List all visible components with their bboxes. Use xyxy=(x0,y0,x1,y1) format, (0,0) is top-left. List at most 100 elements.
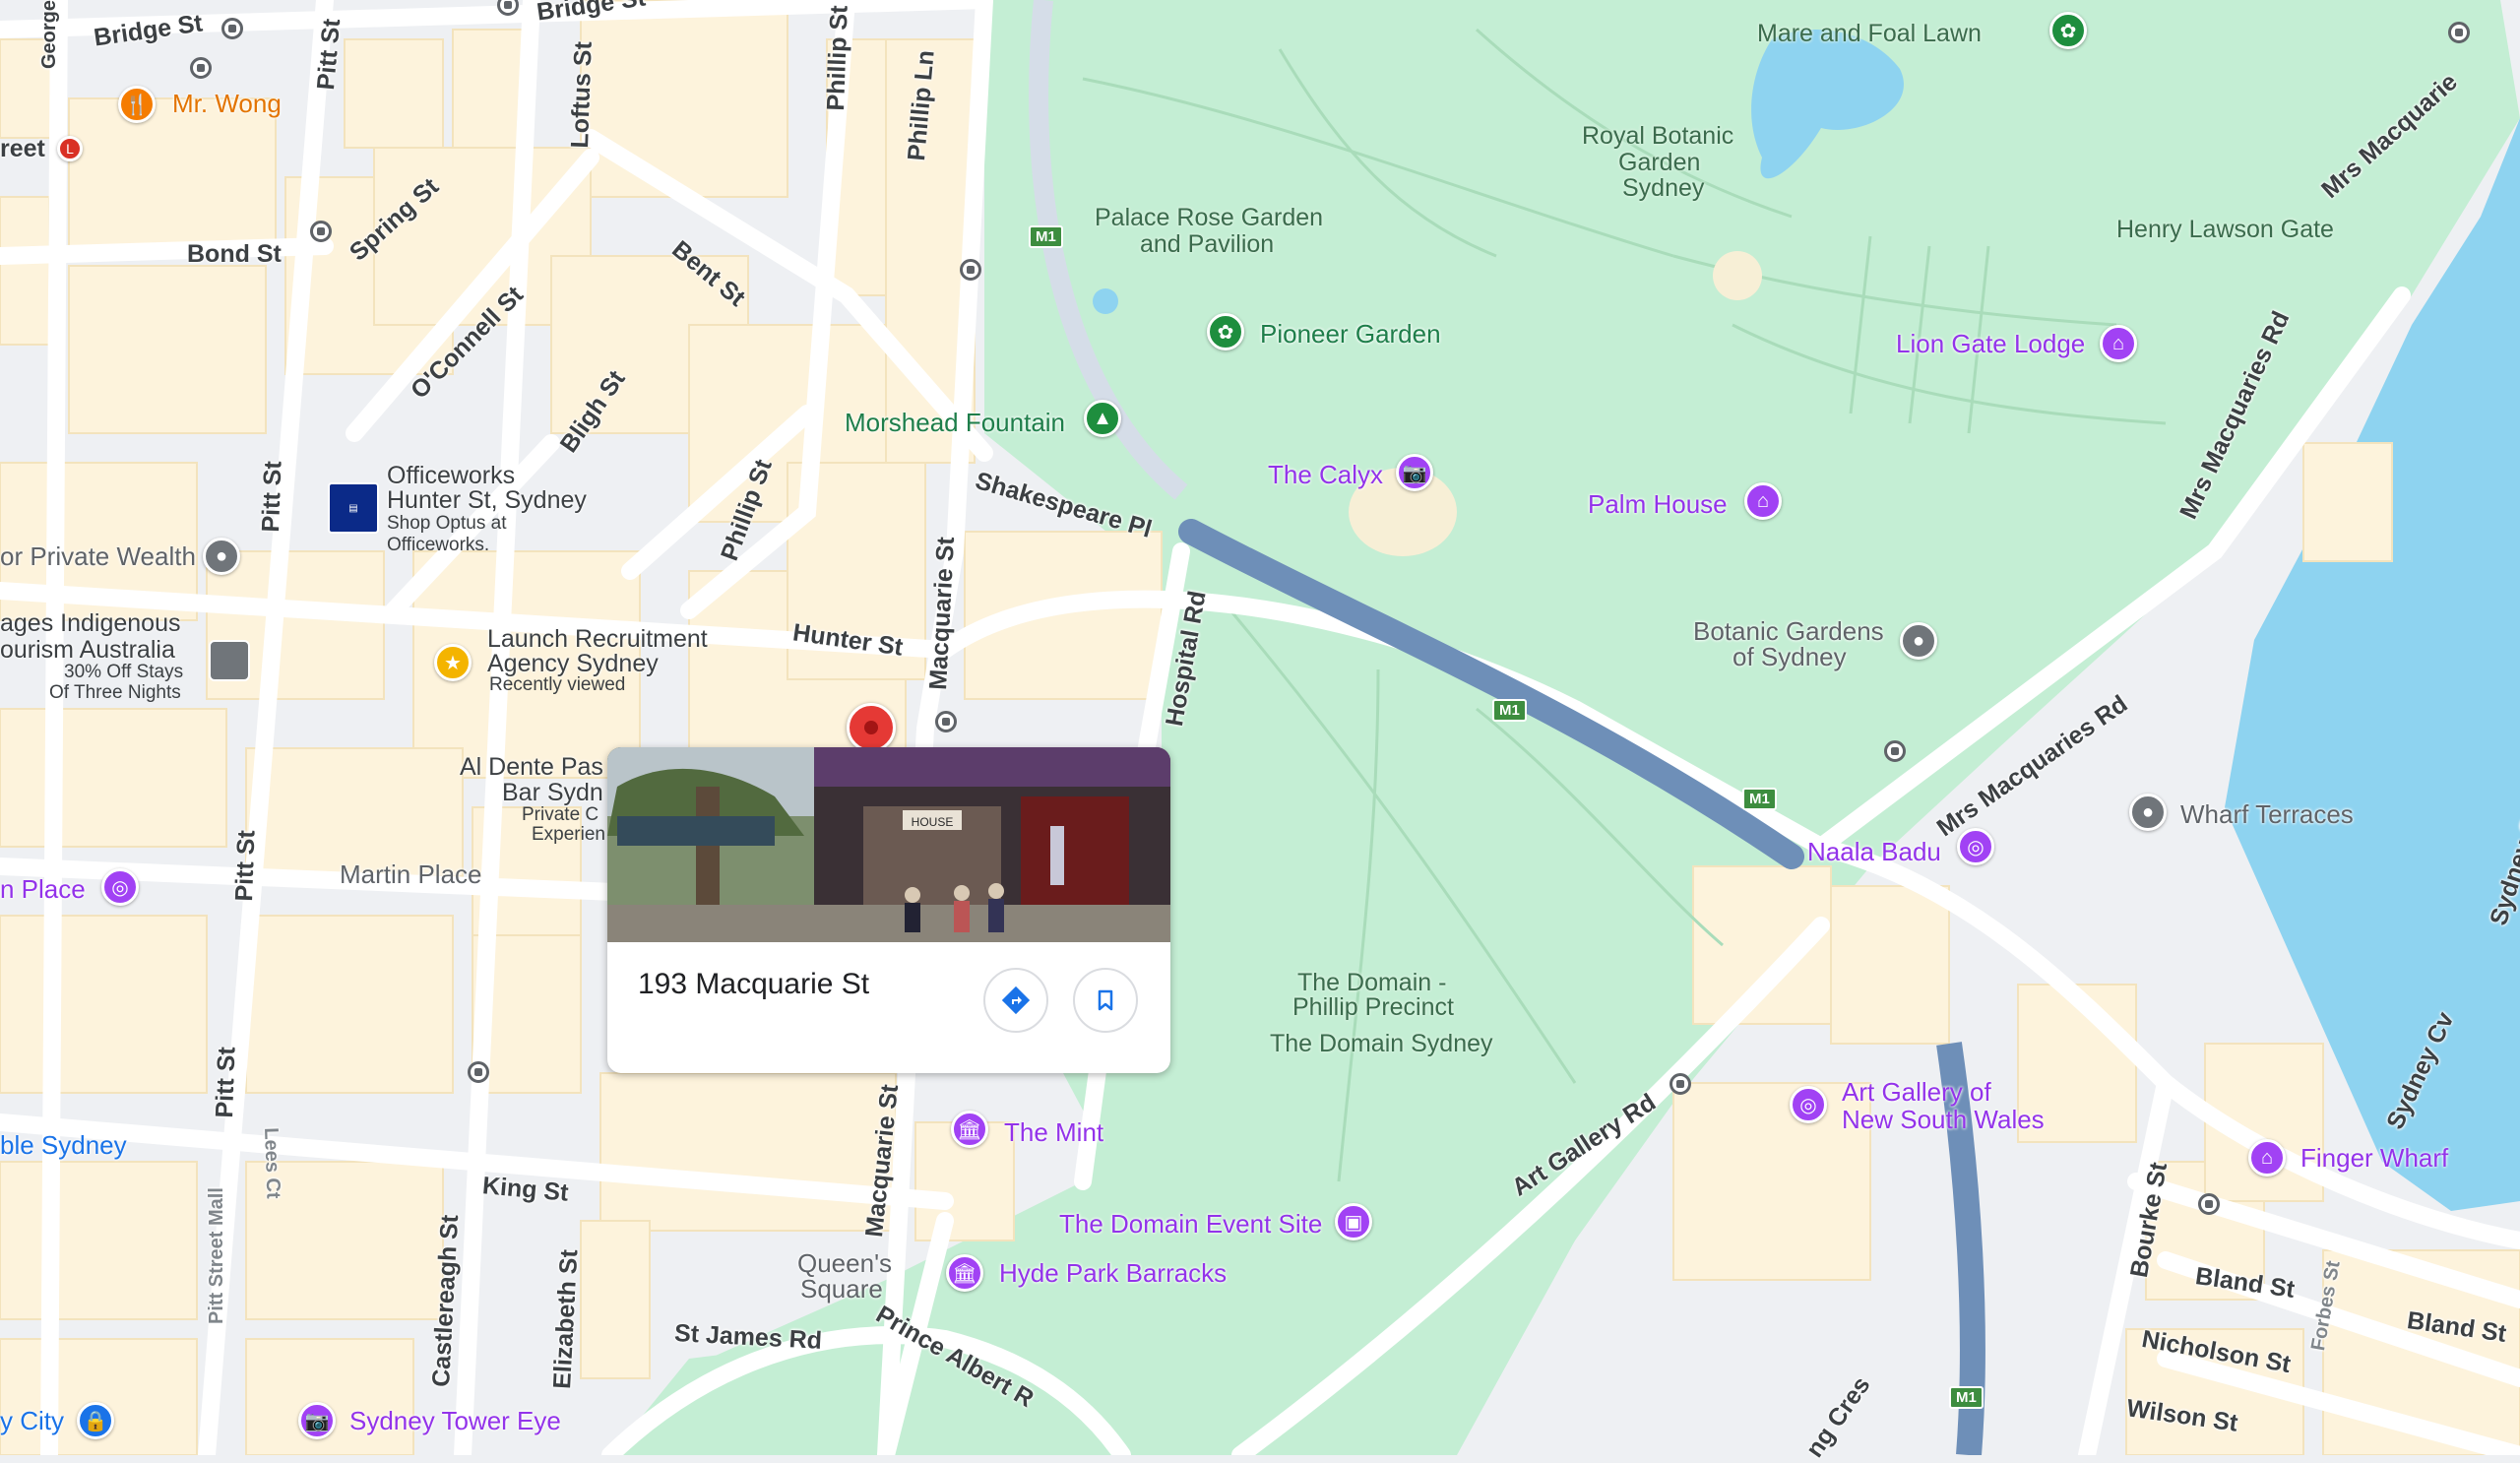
park-label-rbg-1: Royal Botanic xyxy=(1582,122,1734,150)
attraction-icon[interactable]: 📷 xyxy=(298,1402,336,1439)
photo-sign-text: HOUSE xyxy=(912,815,954,829)
route-shield-m1: M1 xyxy=(1029,225,1063,248)
poi-ble-sydney[interactable]: ble Sydney xyxy=(0,1131,127,1159)
street-label-lees-ct: Lees Ct xyxy=(260,1126,284,1199)
selected-location-pin[interactable] xyxy=(847,703,896,752)
route-shield-m1: M1 xyxy=(1492,699,1527,722)
street-label-bond-st: Bond St xyxy=(187,240,282,268)
poi-palm-house[interactable]: Palm House xyxy=(1588,490,1728,518)
park-label-palace-rose-1: Palace Rose Garden xyxy=(1095,204,1324,231)
bus-stop-icon[interactable] xyxy=(190,57,212,79)
poi-n-place[interactable]: n Place xyxy=(0,875,86,903)
street-label-pitt-street-mall: Pitt Street Mall xyxy=(206,1187,227,1324)
bus-stop-icon[interactable] xyxy=(935,711,957,732)
poi-domain-event-site[interactable]: The Domain Event Site xyxy=(1059,1210,1322,1238)
street-label-pitt-st-1: Pitt St xyxy=(312,17,346,92)
poi-indigenous-2: ourism Australia xyxy=(0,636,175,664)
park-label-mare-foal-lawn: Mare and Foal Lawn xyxy=(1757,20,1982,47)
place-pin-icon[interactable]: ● xyxy=(1900,622,1937,660)
street-label-phillip-st-1: Phillip St xyxy=(822,5,853,111)
park-label-domain-phillip-2: Phillip Precinct xyxy=(1292,993,1454,1021)
poi-morshead-fountain[interactable]: Morshead Fountain xyxy=(845,409,1065,436)
attraction-icon[interactable]: 📷 xyxy=(1396,454,1433,491)
poi-art-gallery-2: New South Wales xyxy=(1842,1105,2045,1134)
poi-y-city[interactable]: y City xyxy=(0,1407,64,1434)
poi-al-dente-sub2: Experien xyxy=(532,824,605,845)
tree-icon[interactable]: ▲ xyxy=(1084,400,1121,437)
place-pin-icon[interactable]: ● xyxy=(2129,794,2167,831)
bus-stop-icon[interactable] xyxy=(2198,1193,2220,1215)
bus-stop-icon[interactable] xyxy=(1670,1073,1691,1095)
art-palette-icon[interactable]: ◎ xyxy=(1957,828,1994,865)
poi-launch-recruitment-1[interactable]: Launch Recruitment xyxy=(487,626,708,653)
restaurant-icon[interactable]: 🍴 xyxy=(118,86,156,123)
poi-wharf-terraces[interactable]: Wharf Terraces xyxy=(2180,800,2354,828)
bus-stop-icon[interactable] xyxy=(468,1061,489,1083)
landmark-icon[interactable]: ⌂ xyxy=(2248,1139,2286,1177)
museum-icon[interactable]: 🏛 xyxy=(951,1111,988,1148)
route-shield-m1: M1 xyxy=(1742,788,1777,810)
poi-the-calyx[interactable]: The Calyx xyxy=(1268,461,1383,488)
street-label-loftus-st: Loftus St xyxy=(566,40,598,149)
poi-al-dente-1[interactable]: Al Dente Pas xyxy=(460,754,603,781)
poi-launch-recruitment-sub: Recently viewed xyxy=(489,674,626,695)
directions-button[interactable] xyxy=(983,968,1048,1033)
bus-stop-icon[interactable] xyxy=(221,18,243,39)
shopping-icon[interactable]: ◎ xyxy=(101,868,139,906)
street-label-pitt-st-4: Pitt St xyxy=(211,1046,241,1118)
route-shield-m1: M1 xyxy=(1949,1386,1984,1409)
poi-indigenous-1[interactable]: ages Indigenous xyxy=(0,610,180,637)
directions-icon xyxy=(1001,986,1031,1015)
poi-finger-wharf[interactable]: Finger Wharf xyxy=(2300,1144,2448,1172)
poi-naala-badu[interactable]: Naala Badu xyxy=(1807,838,1941,865)
poi-officeworks-sub2: Officeworks. xyxy=(387,535,490,555)
star-icon[interactable]: ★ xyxy=(434,644,472,681)
poi-indigenous-sub2: Of Three Nights xyxy=(49,682,181,703)
bus-stop-icon[interactable] xyxy=(310,221,332,242)
poi-sydney-tower-eye[interactable]: Sydney Tower Eye xyxy=(349,1407,561,1434)
landmark-icon[interactable]: ⌂ xyxy=(2100,325,2137,362)
landmark-icon[interactable]: ⌂ xyxy=(1744,482,1782,520)
street-label-pitt-st-3: Pitt St xyxy=(230,829,261,902)
save-button[interactable] xyxy=(1073,968,1138,1033)
shopping-bag-icon[interactable]: 🔒 xyxy=(77,1402,114,1439)
place-title: 193 Macquarie St xyxy=(638,968,870,1000)
event-venue-icon[interactable]: ▣ xyxy=(1335,1203,1372,1240)
poi-botanic-gardens-2: of Sydney xyxy=(1732,642,1847,671)
hotel-icon[interactable] xyxy=(209,640,250,681)
park-label-domain-phillip-1: The Domain - xyxy=(1297,969,1447,996)
bus-stop-icon[interactable] xyxy=(960,259,981,281)
bus-stop-icon[interactable] xyxy=(1884,740,1906,762)
poi-hyde-park-barracks[interactable]: Hyde Park Barracks xyxy=(999,1259,1227,1287)
garden-icon[interactable]: ✿ xyxy=(2049,12,2087,49)
garden-icon[interactable]: ✿ xyxy=(1207,313,1244,350)
art-palette-icon[interactable]: ◎ xyxy=(1790,1086,1827,1123)
poi-lion-gate-lodge[interactable]: Lion Gate Lodge xyxy=(1896,330,2085,357)
park-label-domain-sydney: The Domain Sydney xyxy=(1270,1030,1493,1057)
poi-officeworks-location: Hunter St, Sydney xyxy=(387,486,587,514)
poi-pioneer-garden[interactable]: Pioneer Garden xyxy=(1260,320,1441,348)
museum-icon[interactable]: 🏛 xyxy=(946,1254,983,1292)
park-label-henry-lawson-gate: Henry Lawson Gate xyxy=(2116,216,2334,243)
place-pin-icon[interactable]: ● xyxy=(203,538,240,575)
poi-queens-square-2: Square xyxy=(800,1274,883,1304)
poi-private-wealth[interactable]: or Private Wealth xyxy=(0,542,196,570)
poi-art-gallery-1[interactable]: Art Gallery of xyxy=(1842,1078,1991,1106)
street-view-photo[interactable]: HOUSE xyxy=(607,747,1170,942)
officeworks-logo[interactable]: ▤ xyxy=(328,482,379,534)
street-label-street-partial: reet xyxy=(0,135,45,162)
train-station-icon[interactable]: L xyxy=(57,136,83,161)
poi-the-mint[interactable]: The Mint xyxy=(1004,1118,1103,1146)
street-label-pitt-st-2: Pitt St xyxy=(257,460,287,533)
pin-center-dot xyxy=(864,721,878,734)
poi-officeworks-name[interactable]: Officeworks xyxy=(387,463,515,489)
poi-mr-wong[interactable]: Mr. Wong xyxy=(172,90,282,117)
bus-stop-icon[interactable] xyxy=(2448,22,2470,43)
bookmark-icon xyxy=(1098,989,1113,1011)
poi-al-dente-sub1: Private C xyxy=(522,804,599,825)
poi-officeworks-sub1: Shop Optus at xyxy=(387,513,507,534)
poi-indigenous-sub1: 30% Off Stays xyxy=(64,662,184,682)
poi-al-dente-2: Bar Sydn xyxy=(502,779,603,806)
park-label-rbg-3: Sydney xyxy=(1622,174,1705,202)
place-info-card[interactable]: HOUSE 193 Macquarie St xyxy=(607,747,1170,1073)
